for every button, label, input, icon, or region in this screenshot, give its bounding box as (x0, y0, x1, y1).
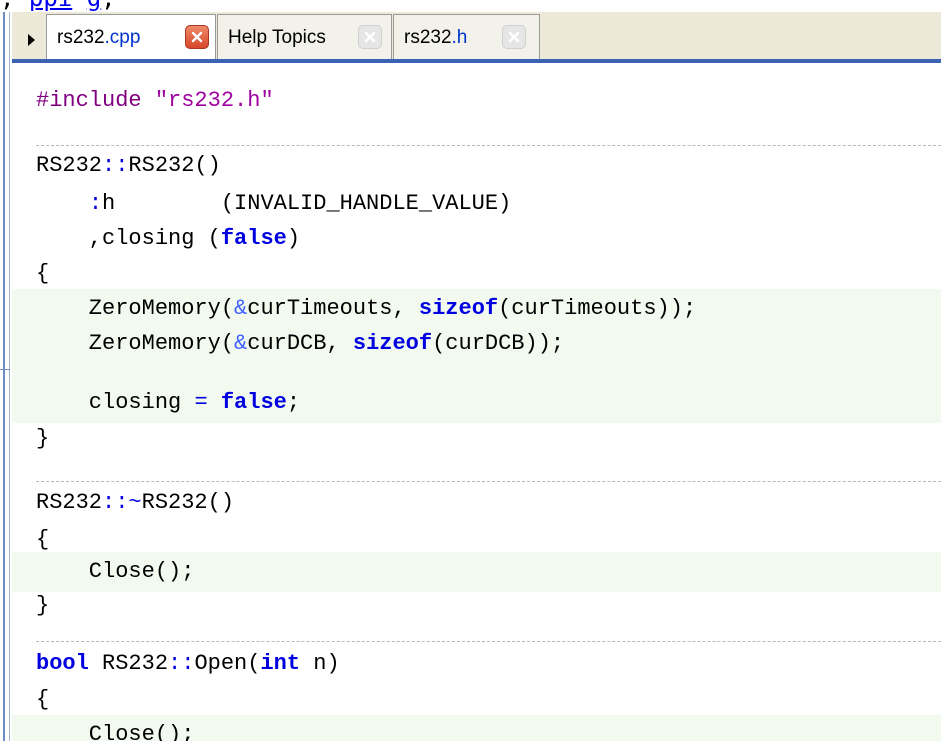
code-token: :: (102, 153, 129, 178)
code-token: ) (286, 226, 301, 251)
tab-label-name: rs232 (57, 26, 105, 48)
close-icon[interactable] (502, 25, 526, 49)
tab-label-name: rs232 (404, 26, 452, 48)
fragment-suffix: , (101, 0, 144, 12)
code-text: bool RS232::Open(int n) (36, 650, 340, 678)
code-text: ZeroMemory(&curDCB, sizeof(curDCB)); (36, 330, 564, 358)
code-line[interactable]: closing = false; (12, 383, 941, 423)
code-token: ZeroMemory( (36, 331, 235, 356)
code-token: ::~ (102, 490, 142, 515)
ide-window: , ppi g, rs232.cpp Help Topics rs232.h #… (0, 0, 941, 741)
code-text: #include "rs232.h" (36, 87, 274, 115)
code-line[interactable]: bool RS232::Open(int n) (12, 644, 941, 684)
code-line[interactable]: Close(); (12, 715, 941, 741)
function-separator (36, 481, 941, 482)
code-token: RS232() (128, 153, 221, 178)
code-text: Close(); (36, 721, 195, 741)
code-token: false (220, 390, 287, 415)
fragment-link-2[interactable]: g (87, 0, 101, 12)
code-line[interactable]: } (12, 586, 941, 626)
code-text: } (36, 592, 49, 620)
tab-label-name: Help Topics (228, 26, 326, 48)
code-text: RS232::~RS232() (36, 489, 234, 517)
code-line[interactable]: { (12, 254, 941, 294)
code-token: { (36, 527, 50, 552)
code-token: RS232 (88, 651, 169, 676)
code-line[interactable]: ZeroMemory(&curDCB, sizeof(curDCB)); (12, 324, 941, 364)
fragment-prefix: , (0, 0, 29, 12)
clipped-top-text: , ppi g, (0, 0, 941, 12)
code-line[interactable]: RS232::RS232() (12, 146, 941, 186)
code-token: (curDCB)); (432, 331, 565, 356)
code-token: ,closing ( (36, 226, 221, 251)
code-line[interactable]: } (12, 419, 941, 459)
code-token: bool (36, 651, 89, 676)
code-text: { (36, 260, 49, 288)
code-token: ; (286, 390, 301, 415)
function-separator (36, 641, 941, 642)
code-text: } (36, 425, 49, 453)
close-icon[interactable] (358, 25, 382, 49)
code-token: int (260, 651, 301, 676)
code-text: ,closing (false) (36, 225, 300, 253)
code-token: = (194, 390, 208, 415)
code-token: n) (300, 651, 340, 676)
code-editor[interactable]: #include "rs232.h" RS232::RS232() :h (IN… (12, 63, 941, 741)
code-line[interactable]: #include "rs232.h" (12, 81, 941, 121)
code-token: Close(); (36, 559, 195, 584)
tab-rs232-h[interactable]: rs232.h (393, 14, 540, 60)
code-token: sizeof (418, 296, 499, 321)
code-token: sizeof (352, 331, 433, 356)
code-token: : (88, 191, 103, 216)
fragment-link[interactable]: ppi (29, 0, 72, 12)
code-token: Open( (194, 651, 261, 676)
code-text: { (36, 526, 49, 554)
code-token: Close(); (36, 722, 195, 741)
code-token: } (36, 426, 50, 451)
tab-scroll-button[interactable] (22, 20, 40, 60)
code-text: { (36, 686, 49, 714)
code-token: RS232 (36, 153, 103, 178)
code-text: closing = false; (36, 389, 300, 417)
code-token: closing (36, 390, 195, 415)
code-token: { (36, 261, 50, 286)
code-token: & (234, 331, 248, 356)
code-token: curDCB, (247, 331, 353, 356)
code-line[interactable]: ,closing (false) (12, 219, 941, 259)
code-token: & (234, 296, 248, 321)
left-frame-notch (0, 369, 10, 370)
code-token: false (220, 226, 287, 251)
fragment-middle (72, 0, 86, 12)
tab-rs232-cpp[interactable]: rs232.cpp (46, 14, 216, 60)
code-token: :: (168, 651, 195, 676)
left-frame-border (3, 12, 5, 741)
code-line[interactable]: { (12, 680, 941, 720)
code-text: :h (INVALID_HANDLE_VALUE) (36, 190, 511, 218)
code-text: Close(); (36, 558, 195, 586)
code-token: } (36, 593, 50, 618)
code-token: "rs232.h" (154, 88, 274, 113)
code-token: ZeroMemory( (36, 296, 235, 321)
code-line[interactable]: :h (INVALID_HANDLE_VALUE) (12, 184, 941, 224)
triangle-right-icon (27, 34, 35, 46)
code-token: #include (36, 88, 155, 113)
code-text: RS232::RS232() (36, 152, 221, 180)
code-token: curTimeouts, (247, 296, 419, 321)
code-token: h (INVALID_HANDLE_VALUE) (102, 191, 512, 216)
left-frame-inner-border (9, 12, 10, 741)
close-icon[interactable] (185, 25, 209, 49)
code-token: RS232 (36, 490, 103, 515)
code-token: (curTimeouts)); (498, 296, 697, 321)
code-token: RS232() (141, 490, 235, 515)
tab-label-ext: .h (451, 26, 468, 48)
code-line[interactable]: ZeroMemory(&curTimeouts, sizeof(curTimeo… (12, 289, 941, 329)
tab-label-ext: .cpp (104, 26, 141, 48)
code-text: ZeroMemory(&curTimeouts, sizeof(curTimeo… (36, 295, 696, 323)
tab-help-topics[interactable]: Help Topics (217, 14, 392, 60)
code-token: { (36, 687, 50, 712)
code-line[interactable]: RS232::~RS232() (12, 483, 941, 523)
